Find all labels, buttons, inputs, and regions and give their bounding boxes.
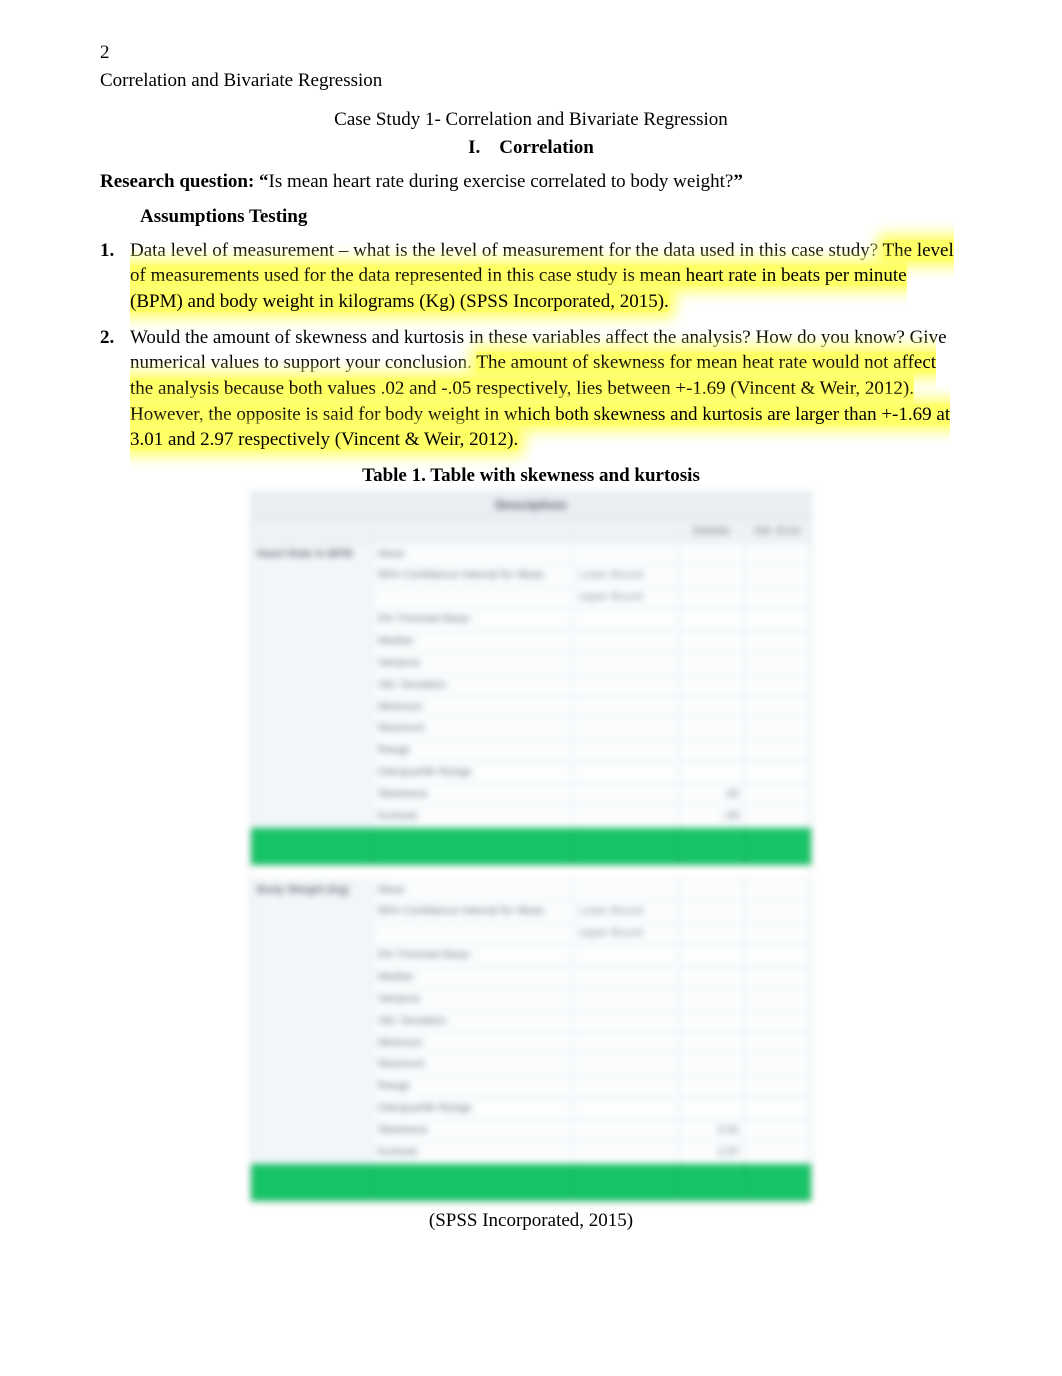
table-row: Heart Rate in BPMMean: [252, 543, 811, 565]
section-label: Correlation: [499, 137, 594, 158]
descriptives-table: Descriptives Statistic Std. Error Heart …: [250, 491, 812, 1202]
document-title: Case Study 1- Correlation and Bivariate …: [100, 107, 962, 133]
table-caption: Table 1. Table with skewness and kurtosi…: [100, 463, 962, 489]
table-highlight-row: [252, 1163, 811, 1200]
item-number: 1.: [100, 238, 130, 315]
table-row: Body Weight (Kg)Mean: [252, 879, 811, 901]
research-question-text: Is mean heart rate during exercise corre…: [269, 171, 734, 192]
document-page: 2 Correlation and Bivariate Regression C…: [0, 0, 1062, 1376]
research-question: Research question: “Is mean heart rate d…: [100, 169, 962, 195]
table-title: Descriptives: [251, 492, 811, 519]
table-highlight-row: [252, 827, 811, 864]
item-number: 2.: [100, 325, 130, 453]
list-item: 2. Would the amount of skewness and kurt…: [100, 325, 962, 453]
list-item: 1. Data level of measurement – what is t…: [100, 238, 962, 315]
item-content: Data level of measurement – what is the …: [130, 238, 962, 315]
section-numeral: I.: [468, 137, 480, 158]
research-question-label: Research question: “: [100, 171, 269, 192]
page-number: 2: [100, 40, 962, 66]
spss-table-wrapper: Descriptives Statistic Std. Error Heart …: [100, 491, 962, 1202]
assumptions-heading: Assumptions Testing: [140, 204, 962, 230]
section-heading: I. Correlation: [100, 135, 962, 161]
research-question-close: ”: [733, 171, 743, 192]
item-lead-text: Data level of measurement – what is the …: [130, 240, 883, 261]
table-source: (SPSS Incorporated, 2015): [100, 1208, 962, 1234]
running-head: Correlation and Bivariate Regression: [100, 68, 962, 94]
item-content: Would the amount of skewness and kurtosi…: [130, 325, 962, 453]
descriptives-body: Statistic Std. Error Heart Rate in BPMMe…: [251, 519, 811, 1201]
table-header-row: Statistic Std. Error: [252, 519, 811, 543]
col-statistic: Statistic: [679, 519, 745, 543]
col-stderror: Std. Error: [745, 519, 811, 543]
assumptions-list: 1. Data level of measurement – what is t…: [100, 238, 962, 453]
